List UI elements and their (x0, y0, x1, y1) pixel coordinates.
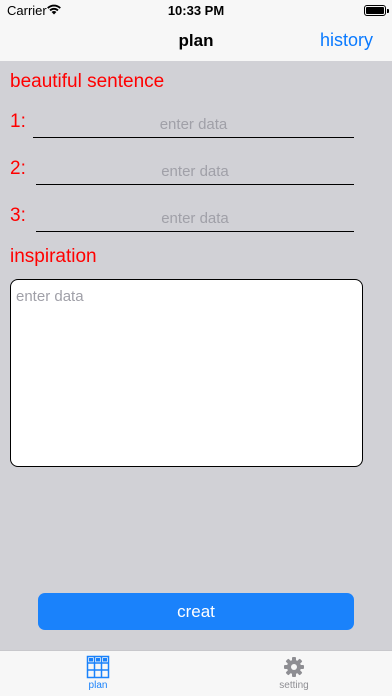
status-bar: Carrier 10:33 PM (0, 0, 392, 22)
tab-setting-label: setting (279, 680, 309, 691)
grid-icon (86, 655, 110, 679)
battery-icon (364, 5, 389, 16)
inspiration-heading: inspiration (10, 246, 97, 267)
inspiration-textarea[interactable] (10, 279, 363, 467)
sentence-heading: beautiful sentence (10, 71, 165, 92)
sentence-input-1[interactable] (33, 111, 354, 138)
tab-plan-label: plan (88, 680, 108, 691)
sentence-number-2: 2: (10, 158, 26, 179)
tab-plan[interactable]: plan (68, 655, 128, 691)
create-button[interactable]: creat (38, 593, 354, 630)
gear-icon (284, 657, 304, 677)
tab-bar: plan setting (0, 650, 392, 696)
navigation-bar: plan history (0, 22, 392, 61)
status-time: 10:33 PM (167, 3, 225, 18)
sentence-input-3[interactable] (36, 205, 354, 232)
sentence-number-1: 1: (10, 111, 26, 132)
sentence-input-2[interactable] (36, 158, 354, 185)
history-button[interactable]: history (320, 30, 373, 51)
sentence-number-3: 3: (10, 205, 26, 226)
tab-setting[interactable]: setting (264, 655, 324, 691)
